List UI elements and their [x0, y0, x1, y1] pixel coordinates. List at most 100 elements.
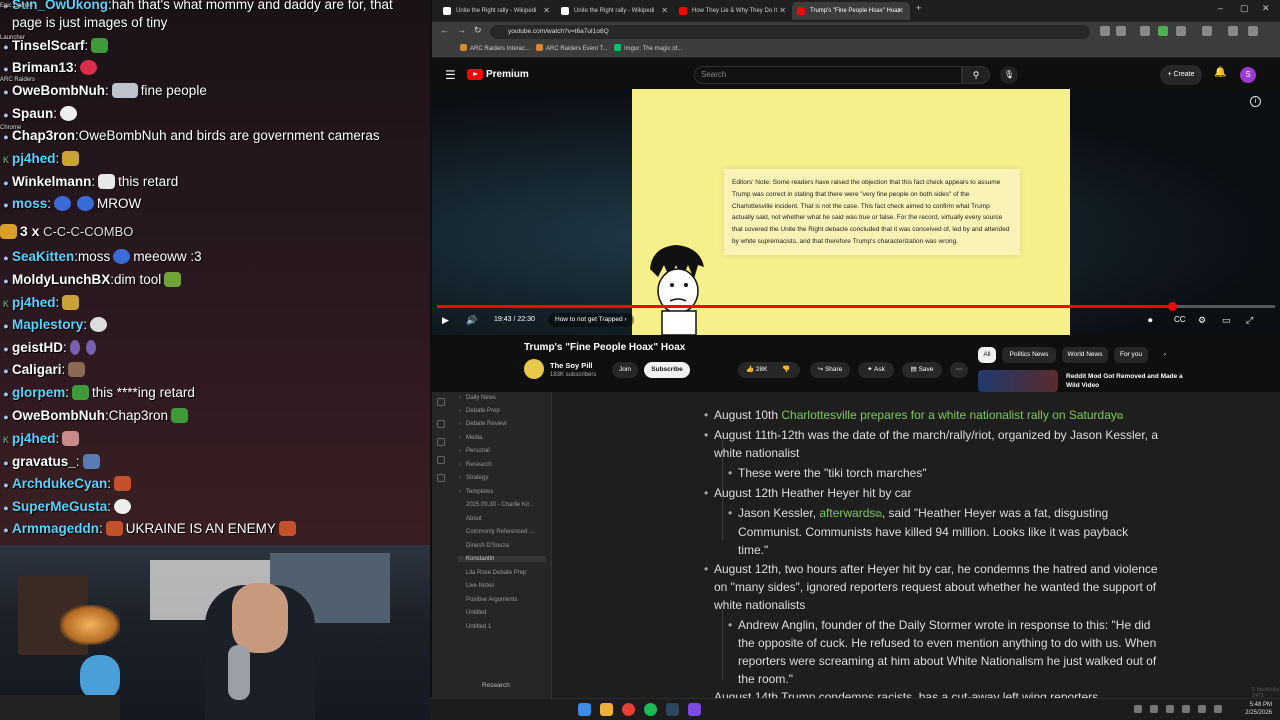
close-tab-icon[interactable]: ✕ — [543, 2, 550, 20]
close-tab-icon[interactable]: ✕ — [779, 2, 786, 20]
chip-all[interactable]: All — [978, 347, 996, 363]
settings-gear-icon[interactable]: ⚙ — [1198, 315, 1206, 326]
fullscreen-icon[interactable]: ⤢ — [1246, 315, 1253, 326]
extension-icon[interactable] — [1202, 26, 1212, 36]
join-button[interactable]: Join — [612, 362, 638, 378]
subscribe-button[interactable]: Subscribe — [644, 362, 690, 378]
extension-icon[interactable] — [1140, 26, 1150, 36]
search-input[interactable]: Search — [694, 66, 962, 84]
youtube-logo-icon[interactable] — [467, 69, 483, 80]
create-button[interactable]: + Create — [1160, 65, 1202, 85]
close-window-button[interactable]: ✕ — [1262, 3, 1270, 14]
hamburger-menu-icon[interactable]: ☰ — [445, 68, 456, 82]
chip-for-you[interactable]: For you — [1114, 347, 1148, 363]
folder-item[interactable]: Daily News — [459, 395, 496, 401]
tray-icon[interactable] — [1150, 705, 1158, 713]
save-button[interactable]: ▤ Save — [902, 362, 942, 378]
bookmark-item[interactable]: Imgur: The magic of... — [614, 44, 682, 52]
new-tab-button[interactable]: + — [916, 3, 921, 13]
chip-politics-news[interactable]: Politics News — [1002, 347, 1056, 363]
menu-icon[interactable] — [1248, 26, 1258, 36]
external-link[interactable]: Charlottesville prepares for a white nat… — [781, 408, 1117, 422]
recommended-title[interactable]: Reddit Mod Got Removed and Made a Wild V… — [1066, 372, 1186, 390]
canvas-icon[interactable] — [437, 456, 445, 464]
browser-tab[interactable]: Unite the Right rally - Wikipedi ✕ — [556, 2, 674, 20]
file-item-selected[interactable]: Konstantin — [458, 556, 546, 562]
tray-icon[interactable] — [1214, 705, 1222, 713]
tray-icon[interactable] — [1166, 705, 1174, 713]
folder-item[interactable]: Personal — [459, 448, 490, 454]
ask-button[interactable]: ✦ Ask — [858, 362, 894, 378]
file-item[interactable]: Positive Arguments — [466, 597, 517, 603]
account-avatar[interactable]: S — [1240, 67, 1256, 83]
recommended-thumbnail[interactable] — [978, 370, 1058, 392]
info-icon[interactable]: i — [1250, 96, 1261, 107]
bookmark-star-icon[interactable] — [1116, 26, 1126, 36]
voice-search-button[interactable]: 🎙 — [1000, 66, 1018, 84]
close-tab-icon[interactable]: ✕ — [661, 2, 668, 20]
chapter-button[interactable]: How to not get Trapped › — [548, 313, 634, 327]
files-icon[interactable] — [437, 398, 445, 406]
folder-item[interactable]: Templates — [459, 489, 493, 495]
vault-switcher[interactable]: Research — [482, 682, 510, 689]
thumbs-down-icon[interactable]: 👎 — [782, 362, 790, 378]
folder-item[interactable]: Debate Review — [459, 421, 507, 427]
progress-scrubber[interactable] — [1167, 302, 1177, 311]
tray-icon[interactable] — [1198, 705, 1206, 713]
extension-icon[interactable] — [1176, 26, 1186, 36]
youtube-brand[interactable]: Premium — [486, 69, 529, 80]
play-icon[interactable]: ▶ — [442, 315, 449, 326]
share-button[interactable]: ↪ Share — [810, 362, 850, 378]
folder-item[interactable]: Debate Prep — [459, 408, 500, 414]
file-item[interactable]: Untitled — [466, 610, 486, 616]
minimize-button[interactable]: – — [1218, 3, 1223, 13]
autoplay-toggle[interactable]: ⏺ — [1148, 315, 1153, 326]
back-icon[interactable]: ← — [440, 25, 449, 35]
browser-tab[interactable]: Unite the Right rally - Wikipedi ✕ — [438, 2, 556, 20]
forward-icon[interactable]: → — [457, 25, 466, 35]
file-explorer-icon[interactable] — [600, 703, 613, 716]
theater-mode-icon[interactable]: ▭ — [1222, 315, 1231, 326]
file-item[interactable]: Commonly Referenced ... — [466, 529, 534, 535]
search-icon[interactable] — [437, 420, 445, 428]
extension-icon[interactable] — [1100, 26, 1110, 36]
extension-icon[interactable] — [1158, 26, 1168, 36]
file-item[interactable]: Dinesh D'Souza — [466, 543, 509, 549]
browser-tab-active[interactable]: Trump's "Fine People Hoax" Hoax ✕ — [792, 2, 910, 20]
folder-item[interactable]: Research — [459, 462, 492, 468]
more-actions-icon[interactable]: ⋯ — [950, 362, 968, 378]
obsidian-icon[interactable] — [688, 703, 701, 716]
profile-icon[interactable] — [1228, 26, 1238, 36]
external-link[interactable]: afterwards — [819, 506, 875, 520]
maximize-button[interactable]: ▢ — [1240, 3, 1249, 14]
chip-world-news[interactable]: World News — [1062, 347, 1108, 363]
spotify-icon[interactable] — [644, 703, 657, 716]
url-field[interactable]: youtube.com/watch?v=t6a7uI1o8Q — [490, 25, 1090, 39]
file-item[interactable]: Lila Rose Debate Prep — [466, 570, 526, 576]
like-button[interactable]: 👍 28K 👎 — [738, 362, 800, 378]
folder-item[interactable]: Media — [459, 435, 482, 441]
volume-icon[interactable]: 🔊 — [466, 315, 477, 326]
windows-start-icon[interactable] — [578, 703, 591, 716]
file-item[interactable]: Untitled 1 — [466, 624, 491, 630]
file-item[interactable]: About — [466, 516, 482, 522]
chrome-icon[interactable] — [622, 703, 635, 716]
progress-bar[interactable] — [437, 302, 1275, 311]
tray-icon[interactable] — [1182, 705, 1190, 713]
file-item[interactable]: Live Notes — [466, 583, 494, 589]
bookmark-item[interactable]: ARC Raiders Event T... — [536, 44, 608, 52]
bookmark-item[interactable]: ARC Raiders Interac... — [460, 44, 530, 52]
channel-name[interactable]: The Soy Pill — [550, 361, 593, 370]
system-clock[interactable]: 5:48 PM 2/25/2026 — [1245, 701, 1272, 717]
browser-tab[interactable]: How They Lie & Why They Do It ✕ — [674, 2, 792, 20]
steam-icon[interactable] — [666, 703, 679, 716]
subtitles-icon[interactable]: CC — [1174, 315, 1186, 324]
close-tab-icon[interactable]: ✕ — [897, 2, 904, 20]
search-button[interactable]: ⚲ — [962, 66, 990, 84]
reload-icon[interactable]: ↻ — [474, 25, 482, 36]
command-icon[interactable] — [437, 474, 445, 482]
graph-icon[interactable] — [437, 438, 445, 446]
channel-avatar[interactable] — [524, 359, 544, 379]
file-item[interactable]: 2025.09.30 - Charlie Kir... — [466, 502, 534, 508]
video-player[interactable]: Editors' Note: Some readers have raised … — [432, 89, 1280, 335]
